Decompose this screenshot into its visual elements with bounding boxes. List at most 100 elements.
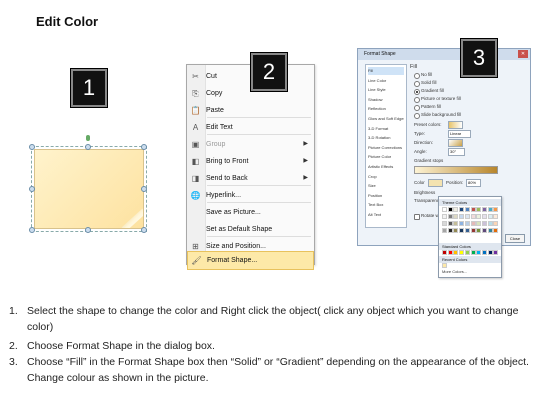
color-swatch[interactable] — [476, 221, 482, 226]
color-swatch[interactable] — [464, 214, 470, 219]
color-swatch[interactable] — [470, 207, 476, 212]
dialog-close-button[interactable]: Close — [505, 234, 525, 243]
dialog-category-item[interactable]: Artistic Effects — [368, 163, 404, 171]
menu-item-format-shape[interactable]: 🖌 Format Shape... — [187, 251, 314, 270]
dialog-category-item[interactable]: Reflection — [368, 105, 404, 113]
color-swatch[interactable] — [487, 250, 493, 255]
color-swatch[interactable] — [493, 214, 499, 219]
close-icon[interactable]: ✕ — [518, 50, 528, 58]
color-swatch[interactable] — [487, 207, 493, 212]
color-swatch[interactable] — [453, 207, 459, 212]
color-swatch[interactable] — [442, 250, 447, 255]
resize-handle-bottom-right[interactable] — [141, 227, 147, 233]
color-swatch[interactable] — [481, 214, 487, 219]
color-swatch[interactable] — [470, 214, 476, 219]
color-swatch[interactable] — [493, 207, 499, 212]
color-swatch[interactable] — [459, 221, 465, 226]
menu-item-edit-text[interactable]: A Edit Text — [187, 119, 314, 136]
rotate-checkbox[interactable] — [414, 214, 420, 220]
color-swatch[interactable] — [476, 228, 482, 233]
color-swatch[interactable] — [459, 250, 465, 255]
color-swatch[interactable] — [442, 207, 447, 212]
color-swatch[interactable] — [487, 214, 493, 219]
more-colors-link[interactable]: More Colors... — [442, 269, 467, 274]
color-swatch[interactable] — [442, 228, 447, 233]
dialog-category-item[interactable]: Size — [368, 182, 404, 190]
color-swatch[interactable] — [493, 221, 499, 226]
fill-option-radio[interactable] — [414, 97, 420, 103]
color-swatch[interactable] — [459, 228, 465, 233]
color-swatch[interactable] — [493, 228, 499, 233]
menu-item-set-as-default-shape[interactable]: Set as Default Shape — [187, 221, 314, 238]
color-swatch[interactable] — [487, 221, 493, 226]
menu-item-bring-to-front[interactable]: ◧ Bring to Front ▶ — [187, 153, 314, 170]
menu-item-paste[interactable]: 📋 Paste — [187, 102, 314, 119]
dialog-category-item[interactable]: Picture Color — [368, 153, 404, 161]
type-dropdown[interactable]: Linear — [448, 130, 471, 138]
resize-handle-bottom-left[interactable] — [29, 227, 35, 233]
color-swatch[interactable] — [453, 228, 459, 233]
position-field[interactable]: 80% — [466, 179, 481, 187]
color-swatch[interactable] — [464, 221, 470, 226]
dialog-category-item[interactable]: 3-D Rotation — [368, 134, 404, 142]
color-swatch[interactable] — [453, 250, 459, 255]
gradient-stops-bar[interactable] — [414, 166, 498, 174]
color-swatch[interactable] — [442, 263, 447, 268]
color-swatch[interactable] — [447, 221, 453, 226]
color-swatch[interactable] — [487, 228, 493, 233]
dialog-category-item[interactable]: 3-D Format — [368, 125, 404, 133]
color-swatch[interactable] — [476, 250, 482, 255]
dialog-category-item[interactable]: Fill — [368, 67, 404, 75]
color-swatch[interactable] — [481, 207, 487, 212]
dialog-category-item[interactable]: Line Color — [368, 77, 404, 85]
fill-option-radio[interactable] — [414, 73, 420, 79]
menu-item-hyperlink[interactable]: 🌐 Hyperlink... — [187, 187, 314, 204]
angle-field[interactable]: 30° — [448, 148, 465, 156]
color-swatch[interactable] — [470, 221, 476, 226]
fill-option-radio[interactable] — [414, 113, 420, 119]
fill-option-radio[interactable] — [414, 81, 420, 87]
resize-handle-top[interactable] — [85, 144, 91, 150]
menu-item-group[interactable]: ▣ Group ▶ — [187, 136, 314, 153]
resize-handle-top-left[interactable] — [29, 144, 35, 150]
dialog-category-item[interactable]: Position — [368, 192, 404, 200]
resize-handle-left[interactable] — [29, 186, 35, 192]
color-swatch[interactable] — [464, 250, 470, 255]
dialog-category-item[interactable]: Glow and Soft Edges — [368, 115, 404, 123]
color-swatch[interactable] — [464, 207, 470, 212]
menu-item-save-as-picture[interactable]: Save as Picture... — [187, 204, 314, 221]
color-swatch[interactable] — [476, 214, 482, 219]
color-swatch[interactable] — [464, 228, 470, 233]
resize-handle-right[interactable] — [141, 186, 147, 192]
resize-handle-top-right[interactable] — [141, 144, 147, 150]
color-swatch[interactable] — [470, 250, 476, 255]
color-swatch[interactable] — [470, 228, 476, 233]
color-swatch[interactable] — [459, 214, 465, 219]
color-swatch[interactable] — [442, 214, 447, 219]
color-swatch[interactable] — [447, 228, 453, 233]
dialog-category-item[interactable]: Line Style — [368, 86, 404, 94]
color-swatch[interactable] — [481, 221, 487, 226]
color-swatch[interactable] — [447, 250, 453, 255]
color-swatch[interactable] — [481, 250, 487, 255]
dialog-category-item[interactable]: Picture Corrections — [368, 144, 404, 152]
fill-option-radio[interactable] — [414, 89, 420, 95]
dialog-category-item[interactable]: Text Box — [368, 201, 404, 209]
color-swatch[interactable] — [453, 221, 459, 226]
color-swatch[interactable] — [493, 250, 499, 255]
color-swatch[interactable] — [476, 207, 482, 212]
fill-option-radio[interactable] — [414, 105, 420, 111]
note-shape[interactable] — [34, 149, 144, 229]
preset-colors-dropdown[interactable] — [448, 121, 463, 129]
dialog-category-item[interactable]: Shadow — [368, 96, 404, 104]
dialog-category-item[interactable]: Crop — [368, 173, 404, 181]
menu-item-send-to-back[interactable]: ◨ Send to Back ▶ — [187, 170, 314, 187]
direction-dropdown[interactable] — [448, 139, 463, 147]
color-dropdown[interactable] — [428, 179, 443, 187]
color-swatch[interactable] — [459, 207, 465, 212]
color-swatch[interactable] — [447, 214, 453, 219]
resize-handle-bottom[interactable] — [85, 227, 91, 233]
color-swatch[interactable] — [453, 214, 459, 219]
color-swatch[interactable] — [481, 228, 487, 233]
color-swatch[interactable] — [442, 221, 447, 226]
